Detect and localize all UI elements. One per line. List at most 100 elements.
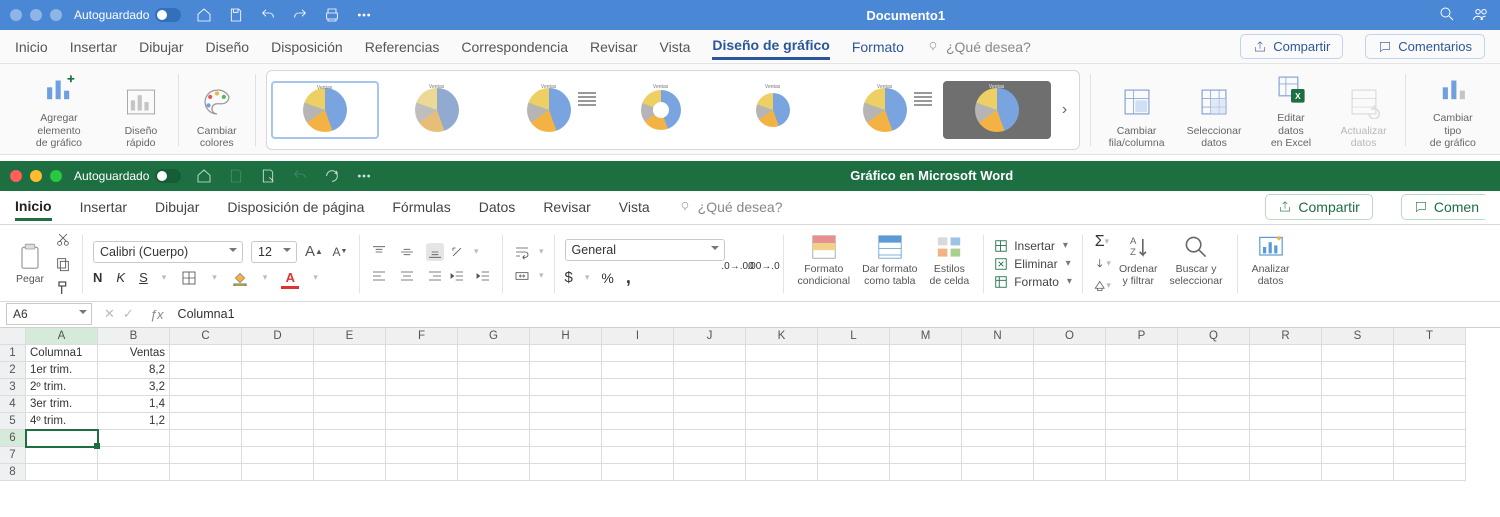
cell-H8[interactable] (530, 464, 602, 481)
cell-G7[interactable] (458, 447, 530, 464)
cell-N1[interactable] (962, 345, 1034, 362)
cell-O2[interactable] (1034, 362, 1106, 379)
cell-M6[interactable] (890, 430, 962, 447)
analyze-data-button[interactable]: Analizar datos (1248, 231, 1294, 297)
cell-D5[interactable] (242, 413, 314, 430)
row-header[interactable]: 7 (0, 447, 26, 464)
cell-Q4[interactable] (1178, 396, 1250, 413)
cell-O8[interactable] (1034, 464, 1106, 481)
cell-A5[interactable]: 4º trim. (26, 413, 98, 430)
cell-G5[interactable] (458, 413, 530, 430)
copy-icon[interactable] (54, 255, 72, 273)
row-header[interactable]: 1 (0, 345, 26, 362)
column-header[interactable]: M (890, 328, 962, 345)
cell-B3[interactable]: 3,2 (98, 379, 170, 396)
cell-P7[interactable] (1106, 447, 1178, 464)
decrease-indent-icon[interactable] (448, 267, 466, 285)
column-header[interactable]: Q (1178, 328, 1250, 345)
cell-S6[interactable] (1322, 430, 1394, 447)
cell-S4[interactable] (1322, 396, 1394, 413)
cell-R2[interactable] (1250, 362, 1322, 379)
cell-M4[interactable] (890, 396, 962, 413)
toggle-off-icon[interactable] (155, 8, 181, 22)
cell-K1[interactable] (746, 345, 818, 362)
cell-J6[interactable] (674, 430, 746, 447)
row-header[interactable]: 5 (0, 413, 26, 430)
cell-I5[interactable] (602, 413, 674, 430)
increase-indent-icon[interactable] (474, 267, 492, 285)
cell-G8[interactable] (458, 464, 530, 481)
cell-J4[interactable] (674, 396, 746, 413)
fx-icon[interactable]: ƒx (142, 307, 172, 322)
column-header[interactable]: R (1250, 328, 1322, 345)
column-header[interactable]: J (674, 328, 746, 345)
print-icon[interactable] (323, 6, 341, 24)
cell-K4[interactable] (746, 396, 818, 413)
redo-icon[interactable] (323, 167, 341, 185)
align-top-icon[interactable] (370, 243, 388, 261)
row-header[interactable]: 2 (0, 362, 26, 379)
cell-O4[interactable] (1034, 396, 1106, 413)
cell-D8[interactable] (242, 464, 314, 481)
save-as-icon[interactable] (259, 167, 277, 185)
cell-P3[interactable] (1106, 379, 1178, 396)
cell-R8[interactable] (1250, 464, 1322, 481)
cell-M2[interactable] (890, 362, 962, 379)
cell-T3[interactable] (1394, 379, 1466, 396)
cell-T4[interactable] (1394, 396, 1466, 413)
select-data-button[interactable]: Seleccionar datos (1179, 70, 1250, 150)
cell-J8[interactable] (674, 464, 746, 481)
tab-diseno-grafico[interactable]: Diseño de gráfico (712, 33, 829, 60)
column-header[interactable]: F (386, 328, 458, 345)
column-header[interactable]: E (314, 328, 386, 345)
row-header[interactable]: 6 (0, 430, 26, 447)
font-color-icon[interactable]: A (281, 269, 299, 287)
cell-J3[interactable] (674, 379, 746, 396)
column-header[interactable]: C (170, 328, 242, 345)
cell-H7[interactable] (530, 447, 602, 464)
cut-icon[interactable] (54, 231, 72, 249)
cell-P5[interactable] (1106, 413, 1178, 430)
cell-L7[interactable] (818, 447, 890, 464)
chart-styles-next-icon[interactable]: › (1055, 101, 1075, 119)
cell-B4[interactable]: 1,4 (98, 396, 170, 413)
toggle-off-icon[interactable] (155, 169, 181, 183)
cell-C3[interactable] (170, 379, 242, 396)
cell-O5[interactable] (1034, 413, 1106, 430)
cell-C4[interactable] (170, 396, 242, 413)
cell-A7[interactable] (26, 447, 98, 464)
tab-insertar[interactable]: Insertar (80, 195, 127, 219)
row-header[interactable]: 3 (0, 379, 26, 396)
comments-button[interactable]: Comentarios (1365, 34, 1485, 59)
cell-A1[interactable]: Columna1 (26, 345, 98, 362)
cell-D7[interactable] (242, 447, 314, 464)
cell-B5[interactable]: 1,2 (98, 413, 170, 430)
column-header[interactable]: O (1034, 328, 1106, 345)
cell-H1[interactable] (530, 345, 602, 362)
chart-style-3[interactable]: Ventas (495, 81, 603, 139)
cell-N2[interactable] (962, 362, 1034, 379)
tab-disposicion[interactable]: Disposición (271, 35, 343, 59)
cell-M1[interactable] (890, 345, 962, 362)
bold-button[interactable]: N (93, 270, 102, 285)
cell-T6[interactable] (1394, 430, 1466, 447)
save-icon[interactable] (227, 6, 245, 24)
merge-cells-icon[interactable] (513, 267, 531, 285)
cell-S8[interactable] (1322, 464, 1394, 481)
cell-E7[interactable] (314, 447, 386, 464)
cell-R6[interactable] (1250, 430, 1322, 447)
cell-K8[interactable] (746, 464, 818, 481)
cell-F1[interactable] (386, 345, 458, 362)
cell-T2[interactable] (1394, 362, 1466, 379)
paste-button[interactable]: Pegar (10, 241, 50, 286)
align-middle-icon[interactable] (398, 243, 416, 261)
cell-S5[interactable] (1322, 413, 1394, 430)
cell-P8[interactable] (1106, 464, 1178, 481)
number-format-dropdown[interactable]: General (565, 239, 725, 261)
align-center-icon[interactable] (398, 267, 416, 285)
tab-referencias[interactable]: Referencias (365, 35, 440, 59)
decrease-decimal-icon[interactable]: .00→.0 (755, 258, 773, 276)
wrap-text-icon[interactable] (513, 243, 531, 261)
cell-C5[interactable] (170, 413, 242, 430)
align-left-icon[interactable] (370, 267, 388, 285)
